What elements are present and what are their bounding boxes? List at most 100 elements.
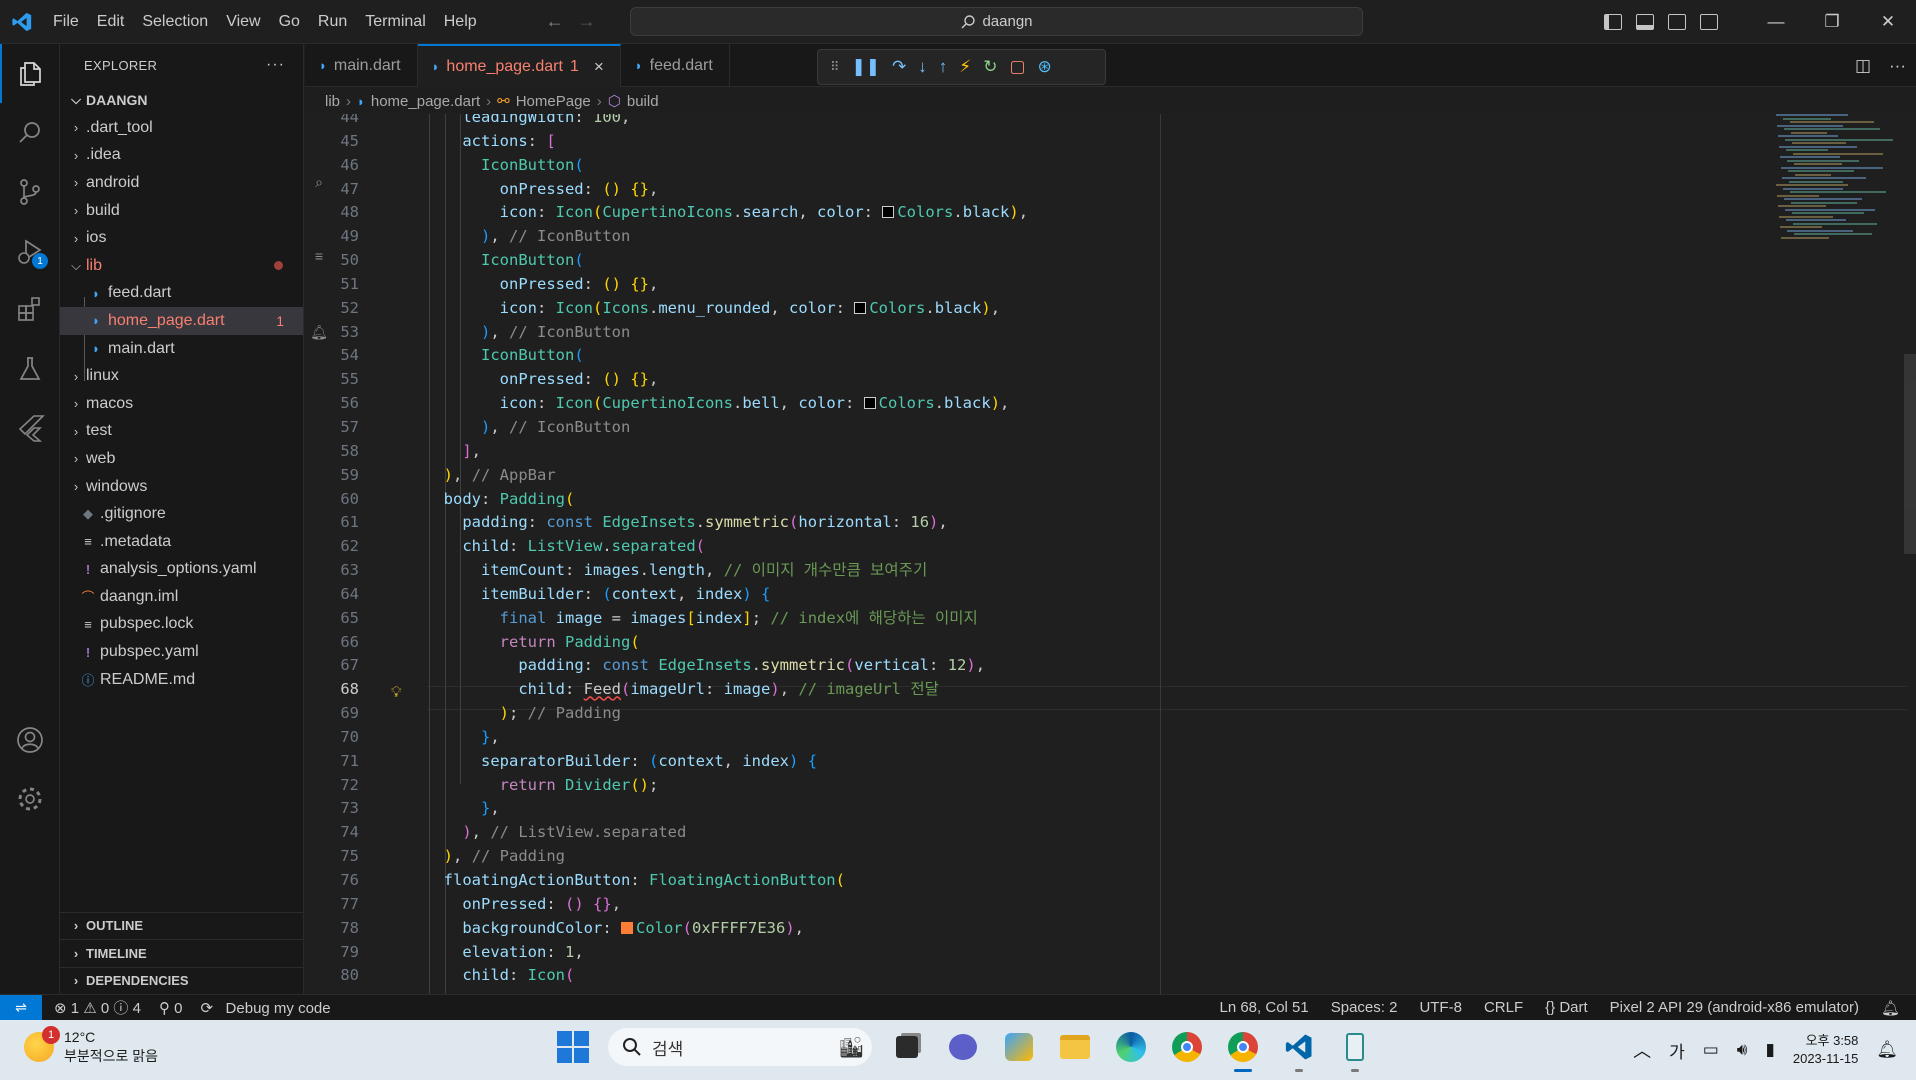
toggle-secondary-sidebar-icon[interactable] — [1668, 14, 1686, 30]
tree-item-linux[interactable]: › linux — [60, 362, 303, 390]
battery-icon[interactable]: ▮ — [1766, 1040, 1775, 1060]
device-selector[interactable]: Pixel 2 API 29 (android-x86 emulator) — [1610, 999, 1859, 1016]
encoding[interactable]: UTF-8 — [1419, 999, 1462, 1016]
start-button[interactable] — [552, 1026, 594, 1068]
task-view-icon[interactable] — [886, 1026, 928, 1068]
toggle-panel-icon[interactable] — [1636, 14, 1654, 30]
command-center-search[interactable]: daangn — [630, 7, 1363, 36]
tree-item-daangn-iml[interactable]: ⌒ daangn.iml — [60, 583, 303, 611]
tree-item-test[interactable]: › test — [60, 418, 303, 446]
tree-item-readme[interactable]: ⓘ README.md — [60, 666, 303, 694]
tree-item-metadata[interactable]: ≡ .metadata — [60, 528, 303, 556]
accounts-activity[interactable] — [0, 710, 60, 769]
devtools-icon[interactable]: ⊛ — [1038, 57, 1052, 77]
network-icon[interactable]: ▭ — [1703, 1040, 1719, 1060]
tab-main-dart[interactable]: ◗ main.dart — [305, 44, 418, 87]
close-window-button[interactable]: ✕ — [1860, 0, 1916, 44]
code-editor[interactable]: ⌕ ≡ 🔔︎ 💡︎ 44 45 46 47 48 49 50 51 52 53 54 55 56 57 58… — [305, 114, 1916, 994]
tree-item-home-page-dart[interactable]: ◗ home_page.dart 1 — [60, 307, 303, 335]
notification-bell-icon[interactable]: 🔔︎ — [1876, 1040, 1898, 1060]
problems-indicator[interactable]: ⊗ 1 ⚠ 0 ⓘ 4 — [54, 997, 141, 1018]
tree-item-idea[interactable]: › .idea — [60, 142, 303, 170]
tree-item-dart-tool[interactable]: › .dart_tool — [60, 114, 303, 142]
file-explorer-icon[interactable] — [1054, 1026, 1096, 1068]
lightbulb-icon[interactable]: 💡︎ — [391, 684, 402, 701]
tab-home-page-dart[interactable]: ◗ home_page.dart 1 × — [417, 44, 621, 87]
end-of-line[interactable]: CRLF — [1484, 999, 1523, 1016]
tree-item-build[interactable]: › build — [60, 197, 303, 225]
section-timeline[interactable]: › TIMELINE — [60, 939, 304, 967]
breadcrumb-item[interactable]: build — [627, 93, 659, 110]
customize-layout-icon[interactable] — [1700, 14, 1718, 30]
testing-activity[interactable] — [0, 339, 60, 398]
widgets-app-icon[interactable] — [998, 1026, 1040, 1068]
tree-item-windows[interactable]: › windows — [60, 473, 303, 501]
breadcrumb-item[interactable]: lib — [325, 93, 340, 110]
tree-item-web[interactable]: › web — [60, 445, 303, 473]
breadcrumb-item[interactable]: HomePage — [516, 93, 591, 110]
extensions-activity[interactable] — [0, 280, 60, 339]
clock[interactable]: 오후 3:58 2023-11-15 — [1793, 1032, 1859, 1068]
ime-indicator[interactable]: 가 — [1669, 1038, 1685, 1063]
toggle-primary-sidebar-icon[interactable] — [1604, 14, 1622, 30]
menu-file[interactable]: File — [44, 0, 88, 44]
menu-run[interactable]: Run — [309, 0, 356, 44]
source-control-activity[interactable] — [0, 162, 60, 221]
section-outline[interactable]: › OUTLINE — [60, 911, 304, 940]
vscode-taskbar-icon[interactable] — [1278, 1026, 1320, 1072]
weather-widget[interactable]: 1 12°C 부분적으로 맑음 — [24, 1026, 158, 1066]
pause-icon[interactable]: ❚❚ — [852, 57, 881, 77]
tree-item-ios[interactable]: › ios — [60, 224, 303, 252]
language-mode[interactable]: {} Dart — [1545, 999, 1588, 1016]
ports-indicator[interactable]: ⚲ 0 — [159, 999, 183, 1017]
notifications-bell-icon[interactable]: 🔔︎ — [1881, 999, 1900, 1017]
search-activity[interactable] — [0, 103, 60, 162]
manage-activity[interactable] — [0, 769, 60, 828]
drag-handle-icon[interactable]: ⠿ — [830, 59, 840, 75]
taskbar-search[interactable]: 검색 🏙︎ — [608, 1028, 872, 1066]
minimap[interactable] — [1776, 114, 1896, 994]
cursor-position[interactable]: Ln 68, Col 51 — [1219, 999, 1308, 1016]
show-hidden-icons-icon[interactable]: ︿ — [1633, 1037, 1651, 1063]
hot-reload-icon[interactable]: ⚡ — [959, 57, 971, 77]
tree-item-macos[interactable]: › macos — [60, 390, 303, 418]
tree-item-pubspec-lock[interactable]: ≡ pubspec.lock — [60, 611, 303, 639]
menu-help[interactable]: Help — [435, 0, 486, 44]
close-tab-icon[interactable]: × — [594, 57, 604, 77]
volume-icon[interactable]: 🔊︎ — [1737, 1040, 1748, 1060]
debug-launch[interactable]: ⟳ Debug my code — [200, 999, 330, 1017]
step-over-icon[interactable]: ↷ — [892, 57, 906, 77]
run-debug-activity[interactable]: 1 — [0, 221, 60, 280]
remote-indicator[interactable]: ⇌ — [0, 994, 42, 1021]
flutter-activity[interactable] — [0, 398, 60, 457]
chrome-profile-icon[interactable] — [1222, 1026, 1264, 1072]
chrome-browser-icon[interactable] — [1166, 1026, 1208, 1068]
teams-chat-icon[interactable] — [942, 1026, 984, 1068]
tree-item-feed-dart[interactable]: ◗ feed.dart — [60, 280, 303, 308]
tab-feed-dart[interactable]: ◗ feed.dart — [621, 44, 730, 87]
split-editor-icon[interactable]: ◫ — [1855, 56, 1871, 76]
tree-item-gitignore[interactable]: ◆ .gitignore — [60, 500, 303, 528]
edge-browser-icon[interactable] — [1110, 1026, 1152, 1068]
explorer-more-icon[interactable]: ··· — [266, 56, 285, 74]
menu-terminal[interactable]: Terminal — [356, 0, 434, 44]
tree-item-lib[interactable]: ⌵ lib — [60, 252, 303, 280]
explorer-activity[interactable] — [0, 44, 60, 103]
minimize-button[interactable]: — — [1748, 0, 1804, 44]
menu-view[interactable]: View — [217, 0, 269, 44]
workspace-root[interactable]: ⌵ DAANGN — [60, 86, 303, 114]
stop-icon[interactable]: ▢ — [1009, 57, 1025, 77]
menu-selection[interactable]: Selection — [133, 0, 217, 44]
forward-arrow-icon[interactable]: → — [578, 11, 596, 32]
back-arrow-icon[interactable]: ← — [546, 11, 564, 32]
menu-go[interactable]: Go — [270, 0, 309, 44]
section-dependencies[interactable]: › DEPENDENCIES — [60, 966, 304, 995]
indentation[interactable]: Spaces: 2 — [1331, 999, 1398, 1016]
step-into-icon[interactable]: ↓ — [918, 57, 927, 77]
menu-edit[interactable]: Edit — [88, 0, 134, 44]
restart-icon[interactable]: ↻ — [983, 57, 997, 77]
tree-item-android[interactable]: › android — [60, 169, 303, 197]
tree-item-pubspec-yaml[interactable]: ! pubspec.yaml — [60, 638, 303, 666]
breadcrumb-item[interactable]: home_page.dart — [371, 93, 480, 110]
android-emulator-icon[interactable] — [1334, 1026, 1376, 1072]
